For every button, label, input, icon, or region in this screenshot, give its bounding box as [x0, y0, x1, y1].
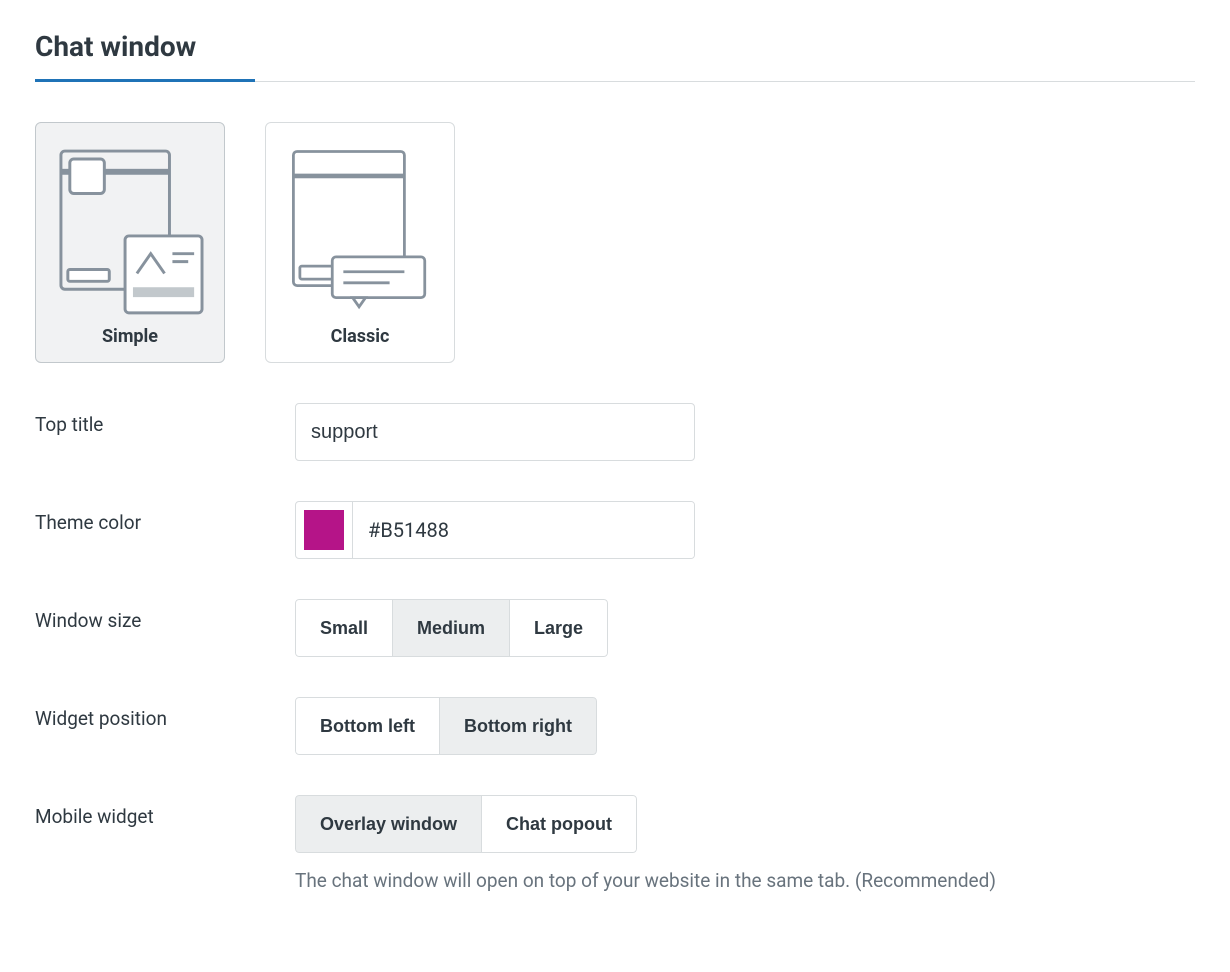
color-swatch[interactable]: [304, 510, 344, 550]
section-title: Chat window: [35, 30, 1195, 81]
widget-position-label: Widget position: [35, 697, 295, 730]
widget-position-bottom-left[interactable]: Bottom left: [295, 697, 440, 755]
top-title-input[interactable]: [295, 403, 695, 461]
widget-position-segmented: Bottom left Bottom right: [295, 697, 597, 755]
window-size-large[interactable]: Large: [509, 599, 608, 657]
theme-color-label: Theme color: [35, 501, 295, 534]
top-title-label: Top title: [35, 403, 295, 436]
mobile-widget-segmented: Overlay window Chat popout: [295, 795, 637, 853]
window-size-segmented: Small Medium Large: [295, 599, 608, 657]
theme-color-field: [295, 501, 695, 559]
window-size-small[interactable]: Small: [295, 599, 393, 657]
style-option-label: Simple: [56, 326, 204, 347]
style-selector: Simple Classic: [35, 122, 1195, 363]
style-option-classic[interactable]: Classic: [265, 122, 455, 363]
theme-color-input[interactable]: [353, 502, 694, 558]
classic-style-icon: [286, 143, 434, 318]
simple-style-icon: [56, 143, 204, 318]
window-size-medium[interactable]: Medium: [392, 599, 510, 657]
widget-position-bottom-right[interactable]: Bottom right: [439, 697, 597, 755]
style-option-simple[interactable]: Simple: [35, 122, 225, 363]
mobile-widget-label: Mobile widget: [35, 795, 295, 828]
window-size-label: Window size: [35, 599, 295, 632]
style-option-label: Classic: [286, 326, 434, 347]
mobile-widget-popout[interactable]: Chat popout: [481, 795, 637, 853]
mobile-widget-overlay[interactable]: Overlay window: [295, 795, 482, 853]
mobile-widget-help: The chat window will open on top of your…: [295, 867, 996, 895]
